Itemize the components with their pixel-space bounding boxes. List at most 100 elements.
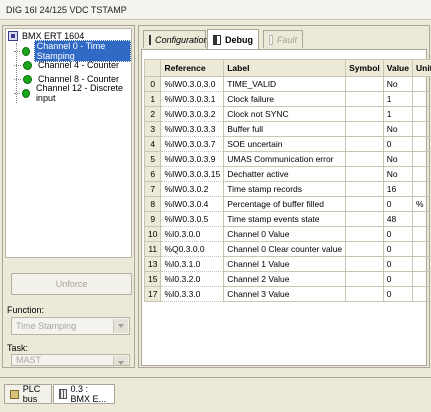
column-header[interactable]: Symbol: [346, 60, 384, 77]
symbol-cell: [346, 92, 384, 107]
reference-cell: %IW0.3.0.3.3: [161, 122, 224, 137]
value-cell[interactable]: No: [383, 167, 412, 182]
tab-fault[interactable]: Fault: [263, 30, 303, 48]
row-index-cell: 17: [145, 287, 161, 302]
label-cell: Clock failure: [224, 92, 346, 107]
label-cell: Percentage of buffer filled: [224, 197, 346, 212]
symbol-cell: [346, 182, 384, 197]
debug-table: Reference Label Symbol Value Unit 0%IW0.…: [144, 59, 431, 302]
table-row[interactable]: 1%IW0.3.0.3.1Clock failure1: [145, 92, 431, 107]
unit-cell: %: [412, 197, 431, 212]
row-index-cell: 6: [145, 167, 161, 182]
column-header[interactable]: Reference: [161, 60, 224, 77]
debug-icon: [213, 35, 221, 45]
reference-cell: %IW0.3.0.3.7: [161, 137, 224, 152]
symbol-cell: [346, 227, 384, 242]
tree-item-label: Channel 4 - Counter: [36, 60, 121, 70]
table-row[interactable]: 8%IW0.3.0.4Percentage of buffer filled0%: [145, 197, 431, 212]
left-panel: BMX ERT 1604 Channel 0 - Time Stamping C…: [2, 25, 135, 368]
label-cell: Channel 3 Value: [224, 287, 346, 302]
unit-cell: [412, 107, 431, 122]
table-row[interactable]: 15%I0.3.2.0Channel 2 Value0: [145, 272, 431, 287]
tab-plc-bus[interactable]: PLC bus: [4, 384, 52, 404]
value-cell[interactable]: 1: [383, 92, 412, 107]
reference-cell: %I0.3.0.0: [161, 227, 224, 242]
table-row[interactable]: 4%IW0.3.0.3.7SOE uncertain0: [145, 137, 431, 152]
symbol-cell: [346, 287, 384, 302]
column-header[interactable]: Unit: [412, 60, 431, 77]
task-select[interactable]: MAST: [11, 354, 130, 366]
fault-icon: [269, 35, 273, 45]
table-row[interactable]: 13%I0.3.1.0Channel 1 Value0: [145, 257, 431, 272]
value-cell[interactable]: 1: [383, 107, 412, 122]
value-cell[interactable]: 0: [383, 242, 412, 257]
symbol-cell: [346, 197, 384, 212]
symbol-cell: [346, 122, 384, 137]
table-row[interactable]: 5%IW0.3.0.3.9UMAS Communication errorNo: [145, 152, 431, 167]
bottom-tab-label: 0.3 : BMX E...: [71, 384, 109, 404]
column-header[interactable]: Value: [383, 60, 412, 77]
label-cell: Channel 0 Clear counter value: [224, 242, 346, 257]
table-row[interactable]: 10%I0.3.0.0Channel 0 Value0: [145, 227, 431, 242]
reference-cell: %IW0.3.0.3.2: [161, 107, 224, 122]
function-select[interactable]: Time Stamping: [11, 317, 130, 335]
row-index-cell: 13: [145, 257, 161, 272]
value-cell[interactable]: 48: [383, 212, 412, 227]
unit-cell: [412, 92, 431, 107]
symbol-cell: [346, 212, 384, 227]
tree-item-channel-0[interactable]: Channel 0 - Time Stamping: [14, 45, 131, 57]
table-row[interactable]: 3%IW0.3.0.3.3Buffer fullNo: [145, 122, 431, 137]
symbol-cell: [346, 257, 384, 272]
reference-cell: %I0.3.2.0: [161, 272, 224, 287]
symbol-cell: [346, 242, 384, 257]
value-cell[interactable]: 16: [383, 182, 412, 197]
table-row[interactable]: 9%IW0.3.0.5Time stamp events state48: [145, 212, 431, 227]
label-cell: Dechatter active: [224, 167, 346, 182]
tab-debug[interactable]: Debug: [207, 29, 259, 49]
task-label: Task:: [7, 343, 28, 353]
value-cell[interactable]: 0: [383, 257, 412, 272]
unit-cell: [412, 257, 431, 272]
label-cell: SOE uncertain: [224, 137, 346, 152]
symbol-cell: [346, 152, 384, 167]
row-index-cell: 7: [145, 182, 161, 197]
tab-module-editor[interactable]: 0.3 : BMX E...: [53, 384, 115, 404]
label-cell: Channel 2 Value: [224, 272, 346, 287]
configuration-icon: [149, 35, 151, 45]
table-row[interactable]: 7%IW0.3.0.2Time stamp records16: [145, 182, 431, 197]
tree-item-channel-12[interactable]: Channel 12 - Discrete input: [14, 87, 131, 99]
value-cell[interactable]: No: [383, 122, 412, 137]
table-row[interactable]: 2%IW0.3.0.3.2Clock not SYNC1: [145, 107, 431, 122]
status-ok-icon: [23, 61, 32, 70]
symbol-cell: [346, 272, 384, 287]
unit-cell: [412, 242, 431, 257]
status-ok-icon: [23, 75, 32, 84]
chevron-down-icon[interactable]: [113, 356, 128, 365]
value-cell[interactable]: No: [383, 152, 412, 167]
unit-cell: [412, 287, 431, 302]
column-header[interactable]: Label: [224, 60, 346, 77]
unit-cell: [412, 227, 431, 242]
tree-item-channel-4[interactable]: Channel 4 - Counter: [14, 59, 121, 71]
label-cell: Time stamp events state: [224, 212, 346, 227]
table-row[interactable]: 0%IW0.3.0.3.0TIME_VALIDNo: [145, 77, 431, 92]
row-index-cell: 0: [145, 77, 161, 92]
column-header[interactable]: [145, 60, 161, 77]
value-cell[interactable]: 0: [383, 272, 412, 287]
value-cell[interactable]: 0: [383, 197, 412, 212]
status-ok-icon: [22, 47, 30, 56]
table-row[interactable]: 6%IW0.3.0.3.15Dechatter active No: [145, 167, 431, 182]
value-cell[interactable]: 0: [383, 137, 412, 152]
reference-cell: %IW0.3.0.3.15: [161, 167, 224, 182]
table-row[interactable]: 17%I0.3.3.0Channel 3 Value0: [145, 287, 431, 302]
value-cell[interactable]: 0: [383, 287, 412, 302]
value-cell[interactable]: 0: [383, 227, 412, 242]
unforce-button[interactable]: Unforce: [11, 273, 132, 295]
label-cell: TIME_VALID: [224, 77, 346, 92]
value-cell[interactable]: No: [383, 77, 412, 92]
symbol-cell: [346, 107, 384, 122]
label-cell: Buffer full: [224, 122, 346, 137]
tab-configuration[interactable]: Configuration: [143, 30, 206, 48]
chevron-down-icon[interactable]: [113, 319, 128, 333]
table-row[interactable]: 11%Q0.3.0.0Channel 0 Clear counter value…: [145, 242, 431, 257]
